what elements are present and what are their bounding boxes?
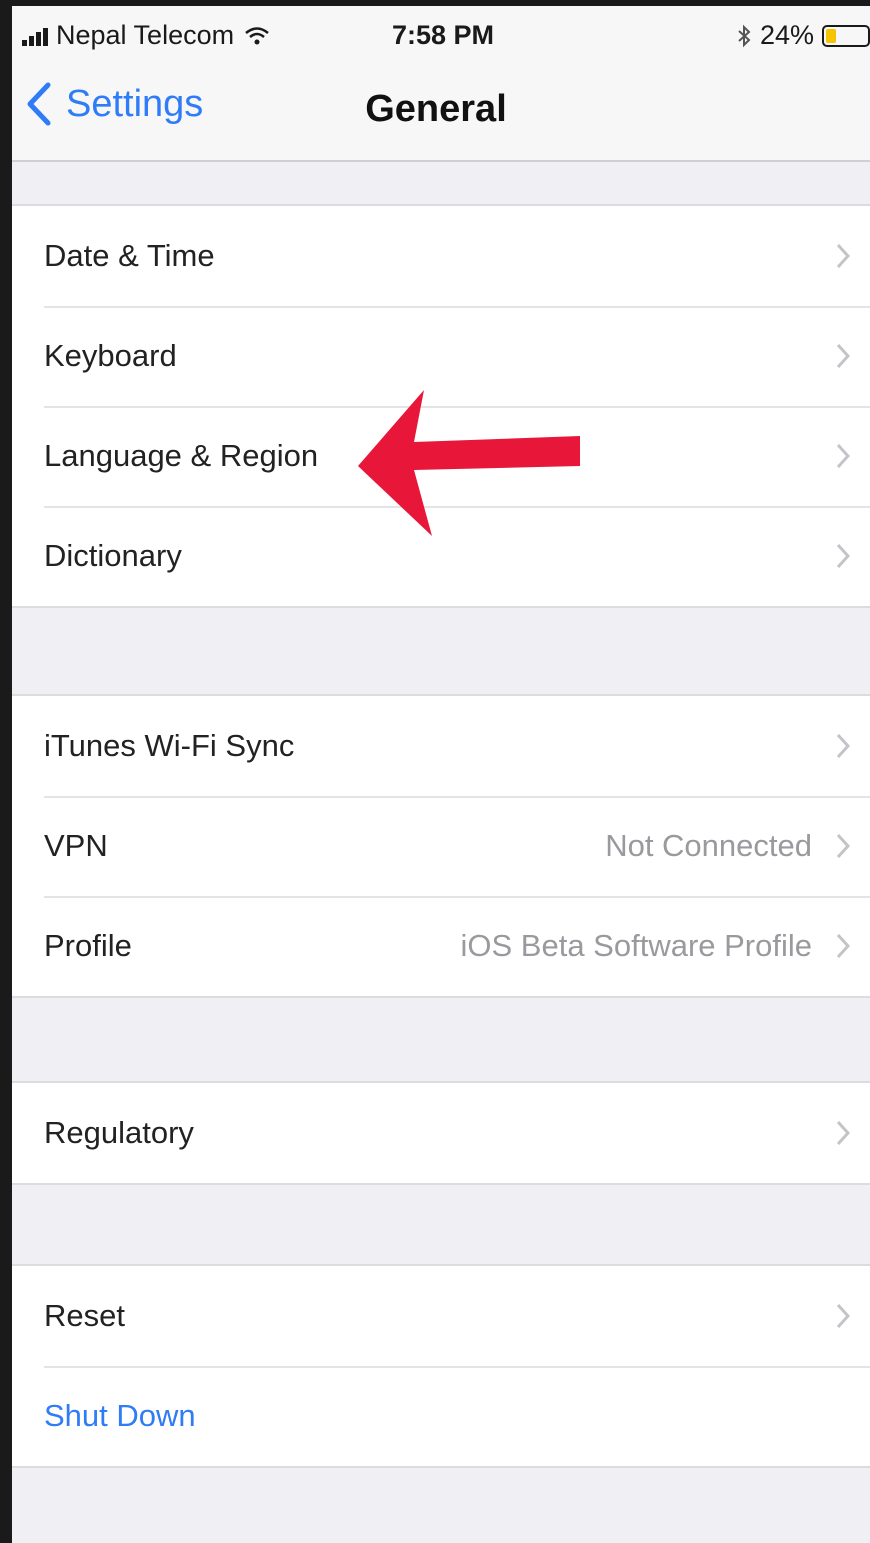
navigation-bar: Settings General [12,64,870,162]
chevron-right-icon [836,443,850,469]
red-arrow-annotation [358,390,580,536]
row-label: iTunes Wi-Fi Sync [44,728,295,763]
bluetooth-icon [738,24,751,47]
ios-settings-screen: Nepal Telecom 7:58 PM 24% Settings Gener… [0,0,870,1543]
settings-group-2: iTunes Wi-Fi Sync VPN Not Connected Prof… [12,694,870,998]
status-bar: Nepal Telecom 7:58 PM 24% [12,6,870,64]
settings-group-4: Reset Shut Down [12,1264,870,1468]
row-label: Dictionary [44,538,182,573]
row-label: Profile [44,928,132,963]
page-title: General [365,88,507,130]
row-reset[interactable]: Reset [12,1266,870,1366]
row-shut-down[interactable]: Shut Down [12,1366,870,1466]
row-label: Language & Region [44,438,319,473]
chevron-right-icon [836,1120,850,1146]
settings-group-3: Regulatory [12,1081,870,1185]
chevron-right-icon [836,243,850,269]
row-label: Date & Time [44,238,215,273]
signal-icon [22,26,50,46]
row-label: Regulatory [44,1115,194,1150]
chevron-right-icon [836,543,850,569]
row-label: Reset [44,1298,125,1333]
shut-down-label: Shut Down [44,1398,196,1433]
chevron-right-icon [836,1303,850,1329]
battery-fill [826,28,836,43]
chevron-right-icon [836,833,850,859]
row-vpn[interactable]: VPN Not Connected [12,796,870,896]
row-label: Keyboard [44,338,177,373]
carrier-name: Nepal Telecom [56,20,235,50]
row-profile[interactable]: Profile iOS Beta Software Profile [12,896,870,996]
battery-percent: 24% [759,20,814,50]
status-left: Nepal Telecom [22,20,270,51]
row-itunes-wifi-sync[interactable]: iTunes Wi-Fi Sync [12,696,870,796]
row-value: iOS Beta Software Profile [460,928,813,963]
row-regulatory[interactable]: Regulatory [12,1083,870,1183]
wifi-icon [245,26,269,44]
chevron-right-icon [836,733,850,759]
status-time: 7:58 PM [392,20,495,50]
status-right: 24% [736,20,870,51]
chevron-right-icon [836,933,850,959]
row-label: VPN [44,828,108,863]
battery-icon [822,24,870,47]
row-date-time[interactable]: Date & Time [12,206,870,306]
row-value: Not Connected [605,828,812,863]
chevron-right-icon [836,343,850,369]
